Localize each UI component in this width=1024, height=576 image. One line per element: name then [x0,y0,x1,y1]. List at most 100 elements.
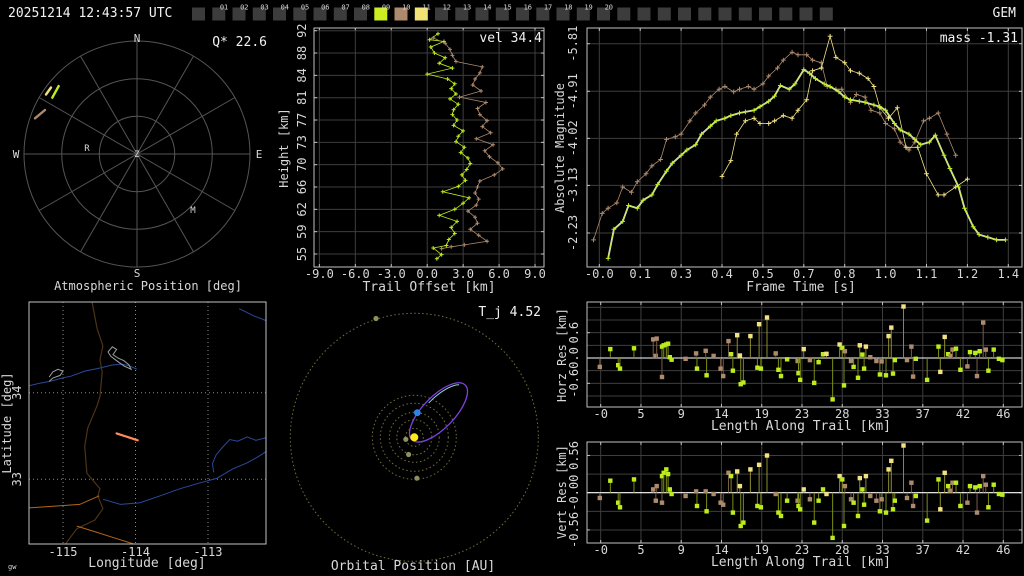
x-tick-label: 5 [637,543,644,557]
x-tick-label: 0.4 [711,267,733,281]
frame-box-number: 20 [605,4,613,12]
residual-marker [741,380,746,385]
x-tick-label: 1.4 [997,267,1019,281]
map-frame [28,301,267,545]
x-tick-label: 0.8 [834,267,856,281]
x-tick-label: 1.1 [916,267,938,281]
residual-marker [965,364,970,369]
residual-marker [863,473,869,479]
residual-marker [983,347,988,352]
residual-marker [861,366,867,371]
longitude-axis-label: Longitude [deg] [88,556,205,571]
x-tick-label: 0.1 [629,267,651,281]
frame-box-0[interactable] [192,7,205,21]
residual-marker [667,487,672,492]
orbit-title: Orbital Position [AU] [331,559,495,574]
residual-marker [683,356,688,361]
residual-marker [816,360,821,365]
residual-marker [653,353,658,359]
frame-box-29[interactable] [779,7,793,21]
residual-marker [694,503,700,509]
frame-box-23[interactable] [657,7,671,21]
residual-marker [936,477,941,482]
residual-marker [901,304,906,309]
compass-east-label: E [256,148,263,161]
polar-title: Atmospheric Position [deg] [54,279,242,293]
residual-marker [981,473,986,479]
x-tick-label: -0.0 [585,267,614,281]
y-tick-label: -0.00 [567,475,581,511]
frame-box-25[interactable] [698,7,712,21]
frame-box-number: 16 [524,4,532,12]
residual-marker [851,500,856,505]
x-tick-label: 42 [956,543,970,557]
residual-marker [737,483,743,489]
road-line [76,525,135,544]
frame-box-24[interactable] [678,7,691,21]
plot-frame [586,27,1023,268]
shower-code-label: GEM [993,6,1017,21]
residual-marker [958,367,963,372]
frame-box-21[interactable] [617,7,631,21]
x-tick-label: 0.3 [670,267,692,281]
residual-marker [631,477,637,482]
frame-box-27[interactable] [738,7,752,21]
residual-marker [958,503,963,509]
residual-marker [901,443,906,448]
residual-marker [883,510,889,515]
length-along-trail-label-2: Length Along Trail [km] [711,555,891,570]
residual-marker [879,497,884,502]
frame-box-number: 05 [301,4,309,12]
planet-dot [373,315,379,322]
residual-marker [909,480,914,485]
x-tick-label: 0.7 [793,267,815,281]
planet-dot [406,451,412,458]
frame-box-31[interactable] [819,7,833,21]
residual-marker [857,343,862,348]
residual-marker [860,487,865,492]
residual-marker [669,491,674,497]
residual-marker [977,349,982,354]
frame-box-28[interactable] [759,7,772,21]
residual-marker [965,500,970,505]
residual-marker [711,491,716,497]
residual-marker [801,346,806,352]
x-tick-label: 0.5 [752,267,774,281]
residual-marker [936,344,941,349]
frame-box-number: 06 [321,4,329,12]
planet-dot [414,475,420,481]
residual-marker [857,475,862,481]
x-tick-label: -6.0 [341,267,370,281]
residual-marker [608,478,613,483]
residual-marker [654,336,659,341]
y-tick-label: 55 [295,247,309,261]
vert-res-axis-label: Vert Res [km] [555,445,569,539]
trail-offset-plot: -9.0 -6.0 -3.0 0.0 3.0 6.0 9.0 55 59 62 66 70 73 77 81… [295,23,546,281]
residual-marker [764,453,770,458]
frame-box-number: 11 [422,4,430,12]
residual-marker [983,482,988,487]
horizontal-residuals-plot: -0 5 9 14 19 23 28 33 37 42 460.60.0-0.6 [567,301,1023,421]
y-tick-label: 70 [295,157,309,171]
frame-time-axis-label: Frame Time [s] [746,280,856,295]
frame-box-30[interactable] [799,7,813,21]
residual-marker [756,462,762,467]
frame-box-22[interactable] [637,7,651,21]
residual-marker [608,346,613,352]
y-tick-label: -5.81 [566,26,580,62]
meteor-streak [44,86,53,96]
compass-north-label: N [134,32,141,45]
residual-marker [942,470,947,475]
frame-box-26[interactable] [718,7,732,21]
residual-marker [855,513,861,519]
residual-marker [665,341,671,346]
residual-marker [1000,357,1005,363]
residual-marker [860,352,865,357]
residual-marker [778,513,784,519]
q-value: Q* 22.6 [212,35,267,50]
plot-frame [313,27,545,268]
residual-marker [617,505,623,510]
frame-selector-bar[interactable]: 01 02 03 04 05 06 07 08 09 10 11 12 13 14 15 16 17 18 19 20 [192,4,833,21]
residual-marker [1000,492,1005,497]
residual-marker [669,357,674,362]
